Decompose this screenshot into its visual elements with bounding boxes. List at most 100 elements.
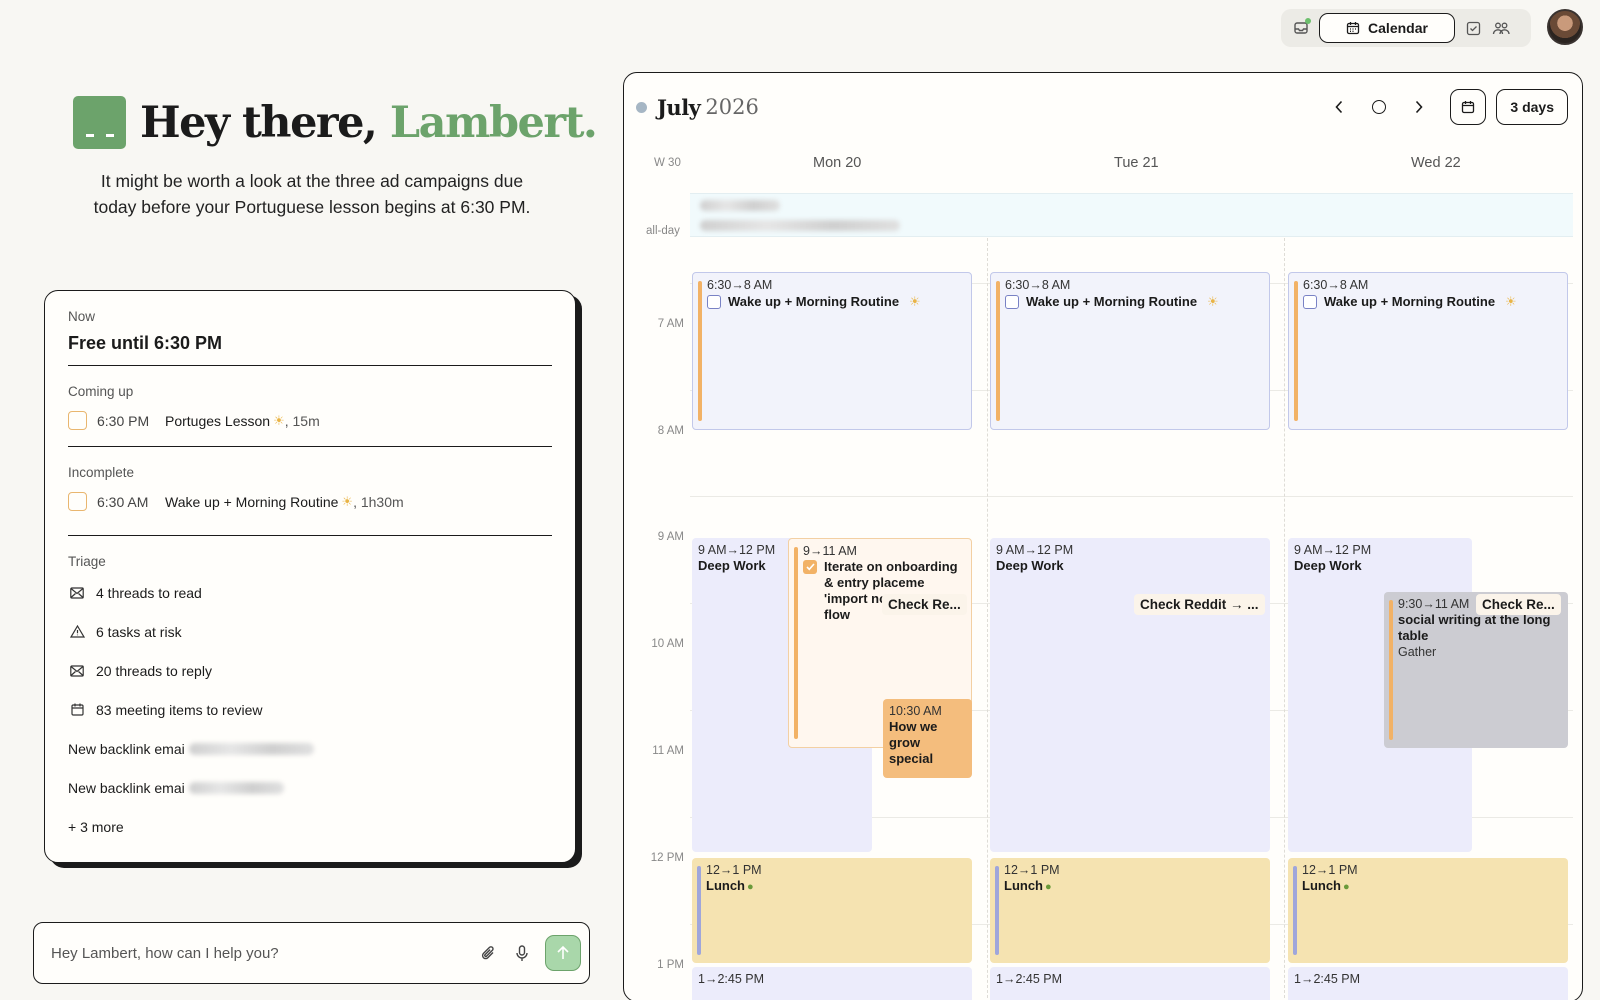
triage-item-read[interactable]: 4 threads to read [68, 573, 552, 612]
people-button[interactable] [1487, 14, 1515, 42]
hour-label: 10 AM [651, 638, 684, 650]
item-title: Wake up + Morning Routine [165, 493, 339, 510]
view-range-button[interactable]: 3 days [1496, 89, 1568, 125]
task-checkbox[interactable] [68, 492, 87, 511]
event-checkbox[interactable] [707, 295, 721, 309]
event-time: 9→11 AM [803, 544, 857, 558]
checkbox-icon [1466, 21, 1480, 35]
event-checkbox[interactable] [1303, 295, 1317, 309]
tasks-button[interactable] [1459, 14, 1487, 42]
event-check-reddit[interactable]: Check Re... [882, 594, 967, 615]
event-deep-work[interactable]: 9 AM→12 PM Deep Work [990, 538, 1270, 852]
event-time: 12→1 PM [1004, 863, 1060, 877]
event-morning-routine[interactable]: 6:30→8 AM Wake up + Morning Routine ☀ [692, 272, 972, 430]
all-day-row[interactable] [690, 193, 1573, 237]
sun-icon: ☀ [273, 412, 285, 428]
mail-icon [68, 586, 86, 599]
hour-label: 1 PM [657, 959, 684, 971]
coming-up-label: Coming up [68, 384, 134, 399]
globe-icon: ● [1343, 881, 1350, 893]
event-color-bar [996, 281, 1000, 421]
item-time: 6:30 PM [97, 412, 150, 429]
event-time: 6:30→8 AM [1005, 278, 1071, 292]
circle-icon [1372, 100, 1387, 114]
triage-item-reply[interactable]: 20 threads to reply [68, 651, 552, 690]
task-checkbox[interactable] [68, 411, 87, 430]
calendar-tab-button[interactable]: Calendar [1319, 13, 1455, 43]
event-time: 1→2:45 PM [996, 972, 1063, 986]
hour-label: 12 PM [650, 852, 684, 864]
event-afternoon[interactable]: 1→2:45 PM [692, 967, 972, 1000]
chat-input-bar [33, 922, 590, 984]
event-lunch[interactable]: 12→1 PM Lunch ● [1288, 858, 1568, 963]
event-social-writing[interactable]: 9:30→11 AM social writing at the long ta… [1384, 592, 1568, 748]
day-divider [1284, 238, 1285, 1000]
event-check-reddit[interactable]: Check Re... [1476, 594, 1561, 615]
all-day-label: all-day [646, 225, 680, 237]
triage-item-meetings[interactable]: 83 meeting items to review [68, 690, 552, 729]
event-color-bar [995, 866, 999, 955]
event-morning-routine[interactable]: 6:30→8 AM Wake up + Morning Routine ☀ [1288, 272, 1568, 430]
greeting-subtitle: It might be worth a look at the three ad… [93, 171, 531, 217]
chat-input[interactable] [51, 944, 471, 962]
day-header-wed[interactable]: Wed 22 [1411, 155, 1461, 171]
event-afternoon[interactable]: 1→2:45 PM [1288, 967, 1568, 1000]
event-time: 12→1 PM [706, 863, 762, 877]
triage-text: 6 tasks at risk [96, 623, 182, 640]
backlink-text: New backlink emai [68, 779, 185, 796]
event-time: 9 AM→12 PM [996, 543, 1074, 557]
send-button[interactable] [545, 935, 581, 971]
day-header-mon[interactable]: Mon 20 [813, 155, 861, 171]
event-lunch[interactable]: 12→1 PM Lunch ● [692, 858, 972, 963]
app-logo-icon [73, 96, 126, 149]
date-picker-button[interactable] [1450, 89, 1487, 125]
sun-icon: ☀ [341, 493, 354, 509]
triage-text: 20 threads to reply [96, 662, 212, 679]
checked-checkbox-icon[interactable] [803, 560, 817, 574]
notification-dot [1305, 18, 1311, 24]
calendar-month: July [657, 94, 701, 120]
greeting-name: Lambert. [389, 97, 598, 148]
microphone-button[interactable] [505, 936, 539, 970]
inbox-button[interactable] [1287, 14, 1315, 42]
triage-item-risk[interactable]: 6 tasks at risk [68, 612, 552, 651]
event-title: Lunch [706, 878, 745, 893]
event-check-reddit[interactable]: Check Reddit → ... [1134, 594, 1265, 615]
event-morning-routine[interactable]: 6:30→8 AM Wake up + Morning Routine ☀ [990, 272, 1270, 430]
today-button[interactable] [1364, 92, 1394, 122]
calendar-status-dot [636, 101, 647, 113]
coming-up-item[interactable]: 6:30 PM Portuges Lesson ☀ , 15m [68, 411, 552, 446]
chevron-left-icon [1335, 100, 1343, 114]
microphone-icon [516, 944, 528, 961]
event-afternoon[interactable]: 1→2:45 PM [990, 967, 1270, 1000]
prev-button[interactable] [1324, 92, 1354, 122]
event-title: Lunch [1004, 878, 1043, 893]
arrow-up-icon [557, 945, 569, 959]
mail-icon [68, 664, 86, 677]
event-lunch[interactable]: 12→1 PM Lunch ● [990, 858, 1270, 963]
next-button[interactable] [1404, 92, 1434, 122]
event-color-bar [1389, 600, 1393, 740]
calendar-tab-label: Calendar [1368, 20, 1428, 36]
calendar-header: July 2026 3 days [636, 87, 1568, 127]
event-how-we-grow[interactable]: 10:30 AM How we grow special [883, 699, 972, 778]
hour-label: 8 AM [657, 425, 684, 437]
incomplete-item[interactable]: 6:30 AM Wake up + Morning Routine ☀ , 1h… [68, 492, 552, 535]
event-title: How we grow special [889, 719, 938, 766]
attach-button[interactable] [471, 936, 505, 970]
chevron-right-icon [1416, 100, 1423, 114]
day-header-tue[interactable]: Tue 21 [1114, 155, 1159, 171]
event-time: 9 AM→12 PM [1294, 543, 1372, 557]
warning-icon [68, 625, 86, 638]
top-toolbar: Calendar [1281, 9, 1531, 47]
item-time: 6:30 AM [97, 493, 149, 510]
event-checkbox[interactable] [1005, 295, 1019, 309]
incomplete-section: Incomplete 6:30 AM Wake up + Morning Rou… [68, 465, 552, 536]
redacted-text [188, 781, 284, 794]
backlink-item[interactable]: New backlink emai [68, 729, 552, 768]
redacted-text [188, 742, 314, 755]
user-avatar[interactable] [1547, 9, 1583, 45]
redacted-event [700, 220, 900, 231]
backlink-item[interactable]: New backlink emai [68, 768, 552, 807]
show-more-link[interactable]: + 3 more [68, 807, 552, 846]
